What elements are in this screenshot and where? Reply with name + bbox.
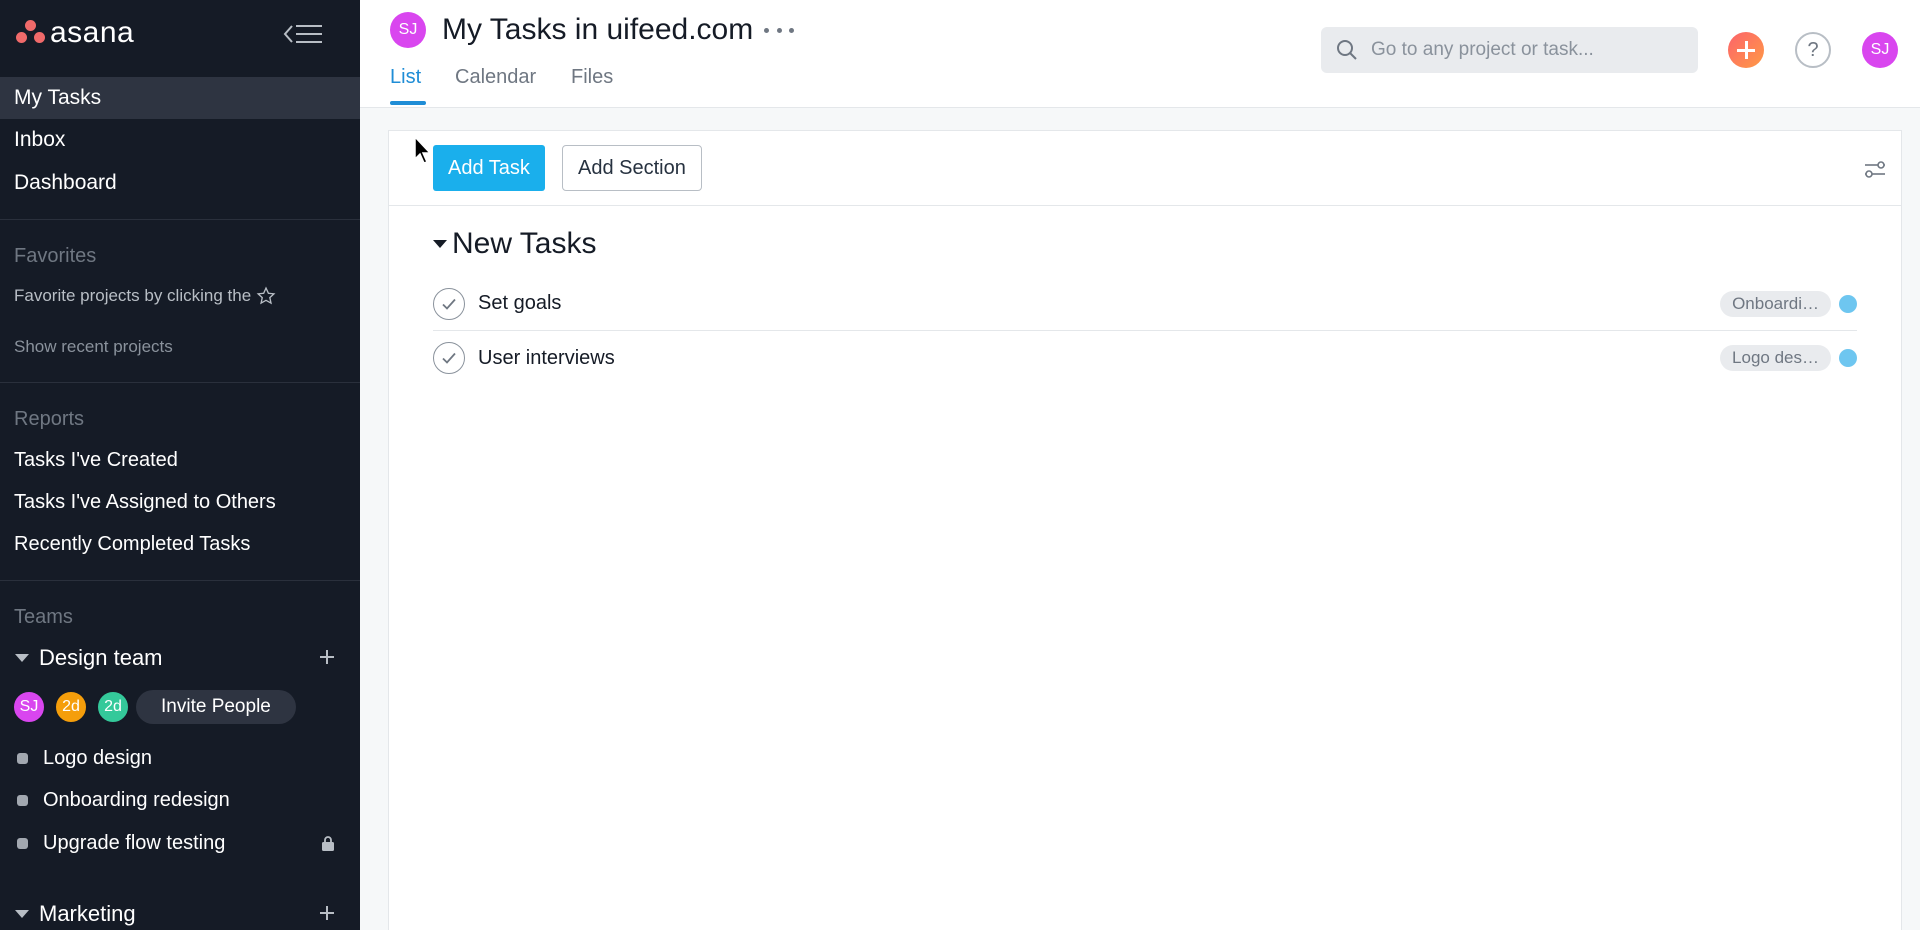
show-recent-projects-link[interactable]: Show recent projects bbox=[14, 337, 173, 357]
sidebar-item-dashboard[interactable]: Dashboard bbox=[0, 162, 360, 204]
add-task-button[interactable]: Add Task bbox=[433, 145, 545, 191]
report-recently-completed[interactable]: Recently Completed Tasks bbox=[14, 533, 250, 556]
project-color-dot bbox=[17, 837, 28, 849]
sidebar-item-inbox[interactable]: Inbox bbox=[0, 119, 360, 161]
complete-task-checkbox[interactable] bbox=[433, 287, 465, 320]
task-row[interactable]: User interviews Logo des… bbox=[433, 331, 1857, 385]
star-icon bbox=[256, 286, 276, 305]
project-tag[interactable]: Logo des… bbox=[1720, 345, 1831, 371]
search-input[interactable]: Go to any project or task... bbox=[1321, 27, 1698, 73]
project-tag[interactable]: Onboardi… bbox=[1720, 290, 1831, 317]
sidebar: asana My Tasks Inbox Dashboard Favorites… bbox=[0, 0, 360, 930]
report-tasks-created[interactable]: Tasks I've Created bbox=[14, 449, 178, 472]
sidebar-item-my-tasks[interactable]: My Tasks bbox=[0, 77, 360, 119]
asana-logo[interactable]: asana bbox=[16, 16, 134, 50]
sidebar-divider bbox=[0, 382, 360, 383]
task-section-header[interactable]: New Tasks bbox=[433, 227, 597, 261]
project-color-dot bbox=[17, 794, 28, 806]
team-members-row: SJ 2d 2d Invite People bbox=[12, 690, 296, 724]
view-options-icon[interactable] bbox=[1863, 157, 1887, 181]
sidebar-divider bbox=[0, 219, 360, 220]
project-label: Onboarding redesign bbox=[43, 788, 230, 811]
project-label: Upgrade flow testing bbox=[43, 831, 226, 854]
logo-text: asana bbox=[50, 16, 135, 49]
task-toolbar: Add Task Add Section bbox=[389, 131, 1901, 206]
favorites-hint-text: Favorite projects by clicking the bbox=[14, 286, 252, 305]
search-placeholder: Go to any project or task... bbox=[1371, 39, 1594, 60]
collapse-caret-icon[interactable] bbox=[433, 240, 447, 248]
top-bar: SJ My Tasks in uifeed.com List Calendar … bbox=[360, 0, 1920, 108]
add-project-icon[interactable] bbox=[316, 902, 338, 924]
sidebar-project-onboarding-redesign[interactable]: Onboarding redesign bbox=[0, 779, 360, 821]
avatar[interactable]: 2d bbox=[54, 690, 88, 724]
task-name[interactable]: User interviews bbox=[478, 347, 615, 370]
search-icon bbox=[1337, 40, 1357, 60]
sidebar-project-logo-design[interactable]: Logo design bbox=[0, 737, 360, 779]
collapse-sidebar-icon[interactable] bbox=[282, 20, 324, 48]
tab-calendar[interactable]: Calendar bbox=[455, 66, 536, 89]
mouse-cursor-icon bbox=[414, 135, 432, 164]
help-icon[interactable]: ? bbox=[1795, 32, 1831, 68]
teams-title: Teams bbox=[14, 606, 73, 628]
avatar[interactable]: 2d bbox=[96, 690, 130, 724]
task-row[interactable]: Set goals Onboardi… bbox=[433, 277, 1857, 331]
quick-add-button[interactable] bbox=[1728, 32, 1764, 68]
team-header-design[interactable]: Design team bbox=[0, 640, 360, 676]
check-icon bbox=[442, 298, 456, 310]
project-label: Logo design bbox=[43, 746, 152, 769]
lock-icon bbox=[322, 836, 334, 851]
more-options-icon[interactable] bbox=[764, 20, 794, 40]
team-header-marketing[interactable]: Marketing bbox=[0, 896, 360, 930]
team-name[interactable]: Design team bbox=[39, 645, 163, 671]
add-section-button[interactable]: Add Section bbox=[562, 145, 702, 191]
active-tab-indicator bbox=[390, 101, 426, 105]
sidebar-project-upgrade-flow-testing[interactable]: Upgrade flow testing bbox=[0, 822, 360, 864]
avatar[interactable]: SJ bbox=[12, 690, 46, 724]
collapse-caret-icon[interactable] bbox=[15, 654, 29, 662]
reports-title: Reports bbox=[14, 408, 85, 430]
favorites-hint: Favorite projects by clicking the bbox=[14, 286, 276, 306]
report-tasks-assigned[interactable]: Tasks I've Assigned to Others bbox=[14, 491, 276, 514]
check-icon bbox=[442, 352, 456, 364]
user-avatar[interactable]: SJ bbox=[1862, 32, 1898, 68]
team-name[interactable]: Marketing bbox=[39, 901, 136, 927]
complete-task-checkbox[interactable] bbox=[433, 342, 465, 374]
sidebar-divider bbox=[0, 580, 360, 581]
tab-files[interactable]: Files bbox=[571, 66, 613, 89]
project-color-dot bbox=[1839, 349, 1857, 367]
add-project-icon[interactable] bbox=[316, 646, 338, 668]
project-color-dot bbox=[17, 752, 28, 764]
tab-list[interactable]: List bbox=[390, 66, 421, 89]
project-color-dot bbox=[1839, 294, 1857, 313]
section-title[interactable]: New Tasks bbox=[452, 227, 597, 261]
page-title: My Tasks in uifeed.com bbox=[442, 13, 754, 46]
favorites-title: Favorites bbox=[14, 245, 97, 267]
collapse-caret-icon[interactable] bbox=[15, 910, 29, 918]
avatar: SJ bbox=[390, 12, 426, 48]
task-list-panel: Add Task Add Section New Tasks Set goals… bbox=[388, 130, 1902, 930]
task-name[interactable]: Set goals bbox=[478, 292, 561, 315]
invite-people-button[interactable]: Invite People bbox=[136, 690, 296, 724]
asana-logo-icon bbox=[16, 20, 46, 46]
